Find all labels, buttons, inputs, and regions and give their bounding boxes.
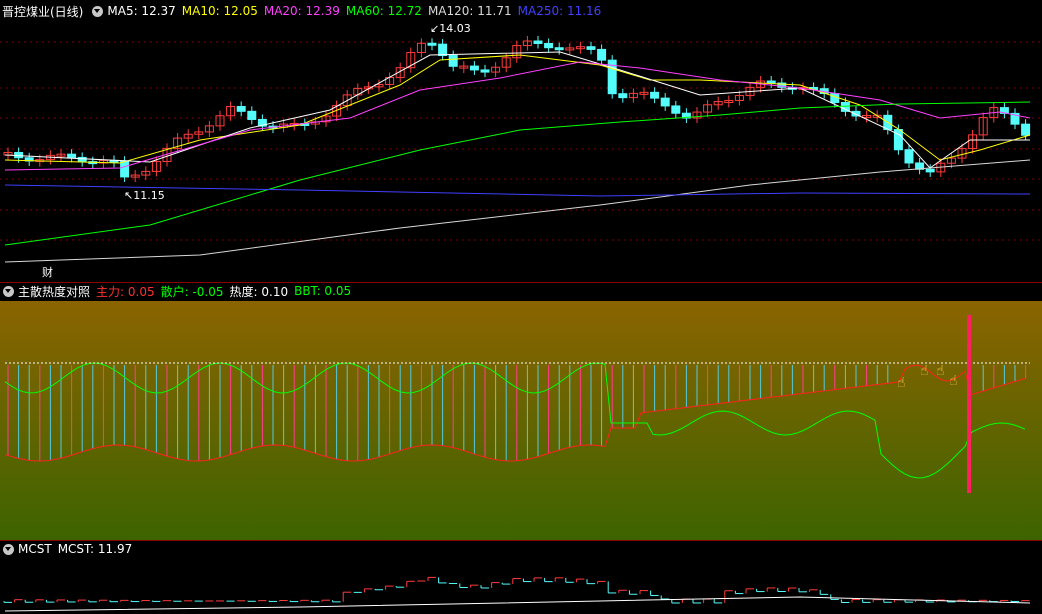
- mcst-header: MCST MCST: 11.97: [0, 541, 1042, 557]
- finance-badge[interactable]: 财: [42, 264, 53, 280]
- indicator-main-label: 主力: 0.05: [96, 284, 155, 299]
- price-low-label: ↖11.15: [124, 189, 165, 202]
- candle-body: [1021, 123, 1031, 136]
- hand-icon: ☝: [949, 373, 958, 389]
- ma10-line: [4, 54, 1031, 164]
- dropdown-icon[interactable]: [3, 543, 14, 555]
- candle-body: [660, 97, 670, 107]
- candle-body: [67, 153, 77, 158]
- mcst-panel[interactable]: MCST MCST: 11.97: [0, 541, 1042, 614]
- candle-body: [236, 105, 246, 112]
- mcst-value-label: MCST: 11.97: [57, 542, 133, 556]
- indicator-header: 主散热度对照 主力: 0.05 散户: -0.05 热度: 0.10 BBT: …: [0, 283, 1042, 299]
- indicator-panel[interactable]: 主散热度对照 主力: 0.05 散户: -0.05 热度: 0.10 BBT: …: [0, 283, 1042, 540]
- candle-body: [597, 48, 607, 61]
- ma120-line: [4, 159, 1031, 263]
- ma250-label: MA250: 11.16: [517, 4, 602, 18]
- candle-body: [766, 80, 776, 84]
- ma60-label: MA60: 12.72: [345, 4, 422, 18]
- indicator-retail-label: 散户: -0.05: [160, 284, 224, 299]
- ma5-line: [4, 51, 1030, 169]
- candle-body: [247, 110, 257, 120]
- ma20-line: [4, 61, 1031, 171]
- indicator-title[interactable]: 主散热度对照: [18, 283, 90, 300]
- candle-body: [904, 149, 914, 164]
- candle-body: [650, 91, 660, 99]
- candle-body: [469, 65, 479, 71]
- ma20-label: MA20: 12.39: [263, 4, 340, 18]
- indicator-heat-label: 热度: 0.10: [229, 284, 289, 299]
- price-chart[interactable]: [0, 0, 1042, 282]
- candle-body: [427, 42, 437, 46]
- mcst-line: [4, 596, 1031, 612]
- hand-icon: ☝: [936, 363, 945, 379]
- candle-body: [925, 168, 935, 173]
- price-panel[interactable]: 晋控煤业(日线) MA5: 12.37 MA10: 12.05 MA20: 12…: [0, 0, 1042, 282]
- indicator-bbt-label: BBT: 0.05: [294, 284, 352, 298]
- price-high-label: ↙14.03: [430, 22, 471, 35]
- candle-body: [77, 156, 87, 163]
- ma5-label: MA5: 12.37: [107, 4, 176, 18]
- hand-icon: ☝: [897, 375, 906, 391]
- candle-body: [480, 69, 490, 73]
- dropdown-icon[interactable]: [3, 285, 14, 297]
- candle-body: [533, 40, 543, 44]
- candle-body: [618, 93, 628, 99]
- ma120-label: MA120: 11.71: [427, 4, 512, 18]
- stock-title[interactable]: 晋控煤业(日线): [2, 3, 83, 20]
- low-arrow-icon: ↖: [124, 189, 134, 202]
- hand-icon: ☝: [920, 363, 929, 379]
- candle-body: [438, 43, 448, 57]
- candle-body: [586, 46, 596, 50]
- ma10-label: MA10: 12.05: [181, 4, 258, 18]
- candle-body: [671, 105, 681, 114]
- mcst-title[interactable]: MCST: [18, 542, 52, 556]
- candle-body: [554, 47, 564, 51]
- indicator-chart[interactable]: ☝☝ ☝☝: [0, 283, 1042, 540]
- price-header: 晋控煤业(日线) MA5: 12.37 MA10: 12.05 MA20: 12…: [0, 3, 1042, 19]
- candle-body: [840, 101, 850, 112]
- candle-body: [544, 42, 554, 49]
- dropdown-icon[interactable]: [92, 5, 104, 17]
- candle-body: [120, 160, 130, 178]
- high-arrow-icon: ↙: [430, 22, 440, 35]
- candle-body: [448, 55, 458, 67]
- signal-bar: [967, 315, 971, 493]
